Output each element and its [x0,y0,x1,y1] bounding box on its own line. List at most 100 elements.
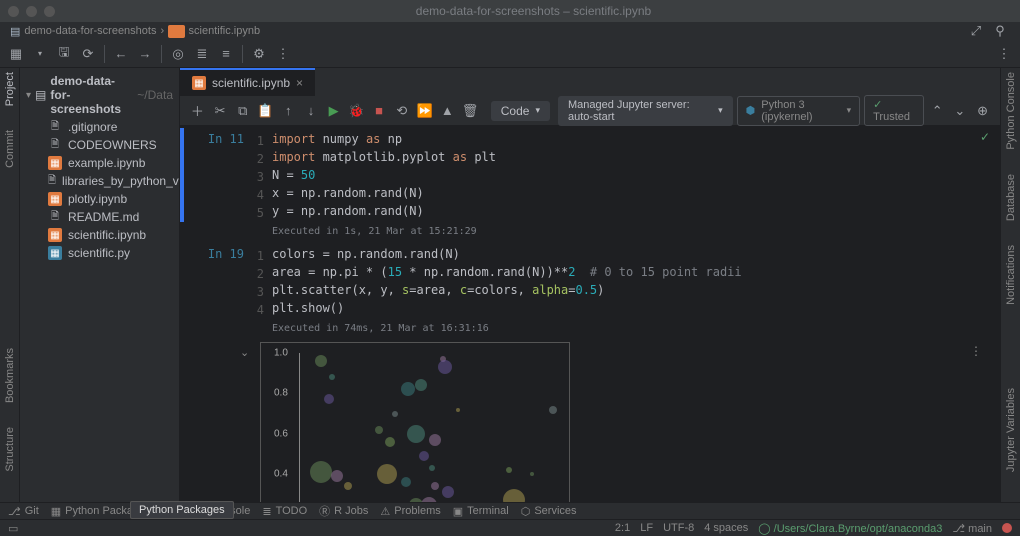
tool-bookmarks[interactable]: Bookmarks [4,348,16,403]
ipynb-icon: ▦ [48,192,62,206]
window-title: demo-data-for-screenshots – scientific.i… [55,4,1012,18]
trusted-chip[interactable]: ✓ Trusted [864,95,924,126]
stop-icon[interactable]: ■ [370,100,389,122]
file-icon: 🗎 [48,210,62,224]
tool-r-jobs[interactable]: ⓇR Jobs [319,503,368,519]
tool-project[interactable]: Project [4,72,16,106]
notebook-body[interactable]: In 11 12345 import numpy as np import ma… [180,126,1000,502]
cut-icon[interactable]: ✂ [211,100,230,122]
chevron-down-icon[interactable]: ⌄ [951,100,970,122]
tab-row: ▦ scientific.ipynb × [180,68,1000,96]
delete-cell-icon[interactable]: 🗑 [461,100,480,122]
window-controls[interactable] [8,6,55,17]
tool-problems[interactable]: ⚠Problems [380,505,440,518]
tool-structure[interactable]: Structure [4,427,16,472]
r-icon: Ⓡ [319,503,330,519]
select-target-icon[interactable]: ◎ [168,44,188,64]
editor-area: ▦ scientific.ipynb × ＋ ✂ ⧉ 📋 ↑ ↓ ▶ 🐞 ■ ⟲… [180,68,1000,502]
tree-item[interactable]: ▦example.ipynb [20,154,179,172]
tool-services[interactable]: ⬡Services [521,505,577,518]
close-icon[interactable]: × [296,76,303,90]
more-icon[interactable]: ⋮ [970,344,982,358]
expand-all-icon[interactable]: ≣ [192,44,212,64]
tree-item[interactable]: ▦scientific.py [20,244,179,262]
code-cell-2[interactable]: In 19 1234 colors = np.random.rand(N) ar… [180,241,1000,321]
tool-python-console[interactable]: Python Console [1005,72,1017,150]
more-icon[interactable]: ⋮ [273,44,293,64]
error-indicator[interactable] [1002,523,1012,533]
chevron-down-icon: ▾ [26,90,31,101]
caret-position[interactable]: 2:1 [615,522,630,534]
more-right-icon[interactable]: ⋮ [994,44,1014,64]
ipynb-icon: ▦ [48,156,62,170]
paste-icon[interactable]: 📋 [256,100,275,122]
clear-output-icon[interactable]: ▲ [438,100,457,122]
gear-icon[interactable]: ⚙ [249,44,269,64]
tree-item[interactable]: ▦plotly.ipynb [20,190,179,208]
cell-type-dropdown[interactable]: Code ▾ [491,101,550,121]
tool-jupyter-vars[interactable]: Jupyter Variables [1005,388,1017,472]
ok-icon: ✓ [980,130,990,144]
left-tool-strip: Project Commit Bookmarks Structure [0,68,20,502]
new-icon[interactable]: ▦ [6,44,26,64]
file-tab-scientific[interactable]: ▦ scientific.ipynb × [180,68,315,96]
folder-icon: ▤ [10,25,20,38]
interpreter[interactable]: ◯ /Users/Clara.Byrne/opt/anaconda3 [758,522,942,535]
tree-root[interactable]: ▾ ▤ demo-data-for-screenshots ~/Data [20,72,179,118]
sync-icon[interactable]: ⟳ [78,44,98,64]
caret-down-icon[interactable]: ▾ [30,44,50,64]
chevron-down-icon[interactable]: ⌄ [240,346,249,359]
kernel-chip[interactable]: ⬢ Python 3 (ipykernel) ▾ [737,96,861,126]
breadcrumb[interactable]: ▤ demo-data-for-screenshots › ▦ scientif… [0,22,1020,40]
breadcrumb-project[interactable]: demo-data-for-screenshots [24,25,156,37]
terminal-icon: ▣ [453,505,463,518]
project-tree[interactable]: ▾ ▤ demo-data-for-screenshots ~/Data 🗎.g… [20,68,180,502]
python-icon: ⬢ [746,104,756,117]
tool-database[interactable]: Database [1005,174,1017,221]
folder-icon: ▤ [35,88,46,102]
code-cell-1[interactable]: In 11 12345 import numpy as np import ma… [180,126,1000,224]
restart-icon[interactable]: ⟲ [392,100,411,122]
encoding[interactable]: UTF-8 [663,522,694,534]
scatter-plot: 0.20.40.60.81.00.20.40.60.81.0 [260,342,570,502]
globe-icon[interactable]: ⊕ [973,100,992,122]
cell-source[interactable]: import numpy as np import matplotlib.pyp… [264,130,988,222]
tree-item[interactable]: 🗎README.md [20,208,179,226]
forward-icon[interactable]: → [135,44,155,64]
run-cell-icon[interactable]: ▶ [324,100,343,122]
tool-terminal[interactable]: ▣Terminal [453,505,509,518]
line-sep[interactable]: LF [640,522,653,534]
indent[interactable]: 4 spaces [704,522,748,534]
collapse-all-icon[interactable]: ≡ [216,44,236,64]
back-icon[interactable]: ← [111,44,131,64]
tree-item[interactable]: 🗎libraries_by_python_version.csv [20,172,179,190]
save-icon[interactable]: 🖫 [54,44,74,64]
cell-source[interactable]: colors = np.random.rand(N) area = np.pi … [264,245,988,319]
file-icon: 🗎 [48,174,56,188]
tool-git[interactable]: ⎇Git [8,505,39,518]
copy-icon[interactable]: ⧉ [233,100,252,122]
circle-icon: ◯ [758,523,770,535]
tree-item[interactable]: 🗎CODEOWNERS [20,136,179,154]
search-icon[interactable]: ⚲ [990,21,1010,41]
tool-todo[interactable]: ≣TODO [262,505,307,518]
tree-item[interactable]: ▦scientific.ipynb [20,226,179,244]
move-up-icon[interactable]: ↑ [279,100,298,122]
move-down-icon[interactable]: ↓ [302,100,321,122]
collapse-icon[interactable]: ⤢ [966,21,986,41]
add-cell-icon[interactable]: ＋ [188,100,207,122]
breadcrumb-file[interactable]: scientific.ipynb [189,25,261,37]
chevron-up-icon[interactable]: ⌃ [928,100,947,122]
tool-commit[interactable]: Commit [4,130,16,168]
caret-down-icon: ▾ [535,105,540,116]
git-branch[interactable]: ⎇ main [952,522,992,535]
panel-icon[interactable]: ▭ [8,522,18,535]
jupyter-server-chip[interactable]: Managed Jupyter server: auto-start ▾ [558,96,733,126]
cell-prompt: In 19 [200,245,250,319]
branch-icon: ⎇ [8,505,21,518]
services-icon: ⬡ [521,505,531,518]
run-all-icon[interactable]: ⏩ [415,100,434,122]
tool-notifications[interactable]: Notifications [1005,245,1017,305]
tree-item[interactable]: 🗎.gitignore [20,118,179,136]
debug-cell-icon[interactable]: 🐞 [347,100,366,122]
